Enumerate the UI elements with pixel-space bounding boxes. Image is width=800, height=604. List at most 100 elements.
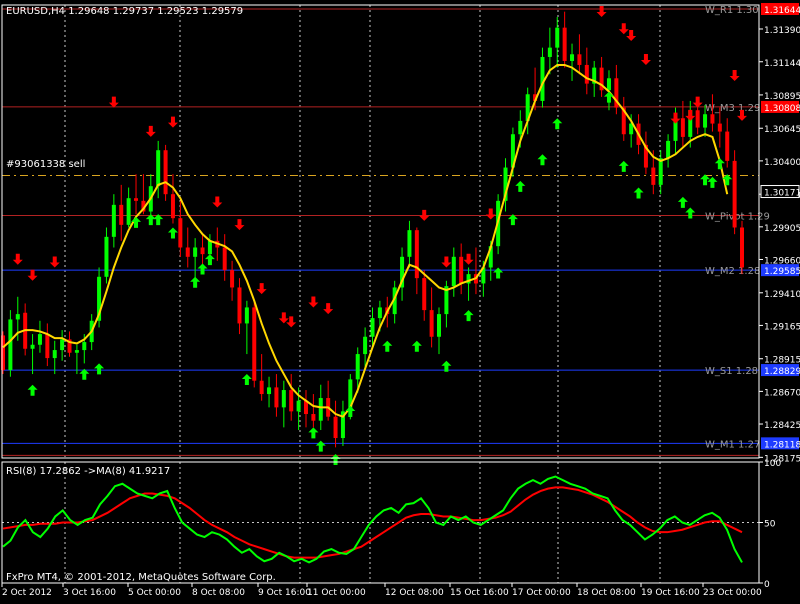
price-marker-label: 1.30808 bbox=[764, 104, 800, 114]
candle-body bbox=[333, 416, 338, 439]
price-marker-label: 1.28118 bbox=[764, 440, 800, 450]
candle-body bbox=[370, 318, 375, 337]
candle-body bbox=[407, 230, 412, 257]
chart-canvas[interactable]: W_R1 1.30 W_M3 1.29 W_Pivot 1.29 W_M2 1.28 W… bbox=[0, 0, 800, 600]
down-arrow-icon bbox=[596, 5, 607, 17]
up-arrow-icon bbox=[633, 187, 644, 199]
up-arrow-icon bbox=[308, 427, 319, 439]
candle-body bbox=[267, 387, 272, 395]
candle-body bbox=[178, 218, 183, 248]
candle-body bbox=[717, 123, 722, 132]
candle-body bbox=[651, 167, 656, 185]
price-tick-label: 1.30645 bbox=[764, 125, 800, 135]
down-arrow-icon bbox=[463, 253, 474, 265]
up-arrow-icon bbox=[411, 340, 422, 352]
down-arrow-icon bbox=[108, 96, 119, 108]
up-arrow-icon bbox=[677, 196, 688, 208]
pivot-levels: W_R1 1.30 W_M3 1.29 W_Pivot 1.29 W_M2 1.28 W… bbox=[2, 5, 770, 456]
up-arrow-icon bbox=[197, 263, 208, 275]
up-arrow-icon bbox=[315, 440, 326, 452]
pivot-level-label: W_M3 1.29 bbox=[705, 103, 760, 114]
candle-body bbox=[658, 158, 663, 185]
candle-body bbox=[695, 110, 700, 128]
time-tick-label: 2 Oct 2012 bbox=[2, 588, 52, 598]
candle-body bbox=[606, 78, 611, 91]
rsi-tick-label: 100 bbox=[764, 459, 781, 469]
price-tick-label: 1.31390 bbox=[764, 26, 800, 36]
time-tick-label: 19 Oct 16:00 bbox=[641, 588, 700, 598]
time-tick-label: 23 Oct 00:00 bbox=[703, 588, 762, 598]
candle-body bbox=[60, 339, 65, 351]
candle-body bbox=[200, 247, 205, 255]
up-arrow-icon bbox=[537, 154, 548, 166]
candle-body bbox=[252, 307, 257, 381]
candle-body bbox=[703, 114, 708, 128]
candle-body bbox=[296, 400, 301, 412]
chart-window: W_R1 1.30 W_M3 1.29 W_Pivot 1.29 W_M2 1.28 W… bbox=[0, 0, 800, 600]
up-arrow-icon bbox=[204, 254, 215, 266]
rsi-panel bbox=[2, 475, 759, 564]
candle-body bbox=[134, 198, 139, 201]
candle-body bbox=[74, 350, 79, 353]
time-tick-label: 15 Oct 16:00 bbox=[450, 588, 509, 598]
candle-body bbox=[274, 387, 279, 408]
candle-body bbox=[377, 307, 382, 319]
candle-body bbox=[15, 314, 20, 320]
up-arrow-icon bbox=[94, 363, 105, 375]
price-marker-label: 1.28829 bbox=[764, 367, 800, 377]
candle-body bbox=[111, 204, 116, 237]
candle-body bbox=[52, 350, 57, 359]
down-arrow-icon bbox=[640, 53, 651, 65]
candle-body bbox=[732, 160, 737, 228]
candle-body bbox=[237, 287, 242, 324]
candle-body bbox=[126, 198, 131, 225]
up-arrow-icon bbox=[27, 384, 38, 396]
down-arrow-icon bbox=[27, 269, 38, 281]
up-arrow-icon bbox=[493, 267, 504, 279]
down-arrow-icon bbox=[670, 112, 681, 124]
candle-body bbox=[259, 380, 264, 395]
down-arrow-icon bbox=[256, 283, 267, 295]
price-marker-label: 1.29585 bbox=[764, 267, 800, 277]
candle-body bbox=[318, 398, 323, 421]
candle-body bbox=[37, 334, 42, 345]
up-arrow-icon bbox=[167, 227, 178, 239]
price-tick-label: 1.31144 bbox=[764, 59, 800, 69]
up-arrow-icon bbox=[685, 207, 696, 219]
candle-body bbox=[518, 120, 523, 135]
up-arrow-icon bbox=[190, 276, 201, 288]
rsi-line bbox=[2, 475, 743, 564]
candle-body bbox=[119, 204, 124, 225]
candle-body bbox=[45, 334, 50, 359]
candle-body bbox=[555, 27, 560, 48]
down-arrow-icon bbox=[212, 196, 223, 208]
candle-body bbox=[429, 310, 434, 337]
up-arrow-icon bbox=[382, 340, 393, 352]
rsi-header: RSI(8) 17.2862 ->MA(8) 41.9217 bbox=[6, 466, 170, 477]
candle-body bbox=[156, 150, 161, 187]
down-arrow-icon bbox=[618, 23, 629, 35]
up-arrow-icon bbox=[552, 118, 563, 130]
copyright-text: FxPro MT4, © 2001-2012, MetaQuotes Softw… bbox=[6, 572, 276, 583]
up-arrow-icon bbox=[463, 310, 474, 322]
candle-body bbox=[570, 54, 575, 61]
price-tick-label: 1.29905 bbox=[764, 224, 800, 234]
candle-body bbox=[244, 307, 249, 324]
time-tick-label: 12 Oct 08:00 bbox=[385, 588, 444, 598]
candle-body bbox=[547, 47, 552, 57]
candles bbox=[1, 11, 744, 448]
down-arrow-icon bbox=[167, 116, 178, 128]
candle-body bbox=[666, 140, 671, 159]
candle-body bbox=[680, 118, 685, 137]
candle-body bbox=[30, 344, 35, 349]
down-arrow-icon bbox=[286, 316, 297, 328]
candle-body bbox=[193, 247, 198, 257]
down-arrow-icon bbox=[278, 312, 289, 324]
candle-body bbox=[363, 336, 368, 355]
price-tick-label: 1.29165 bbox=[764, 322, 800, 332]
price-tick-label: 1.30400 bbox=[764, 158, 800, 168]
candle-body bbox=[289, 390, 294, 412]
price-tick-label: 1.29410 bbox=[764, 290, 800, 300]
price-marker-label: 1.31644 bbox=[764, 6, 800, 16]
time-tick-label: 17 Oct 00:00 bbox=[512, 588, 571, 598]
